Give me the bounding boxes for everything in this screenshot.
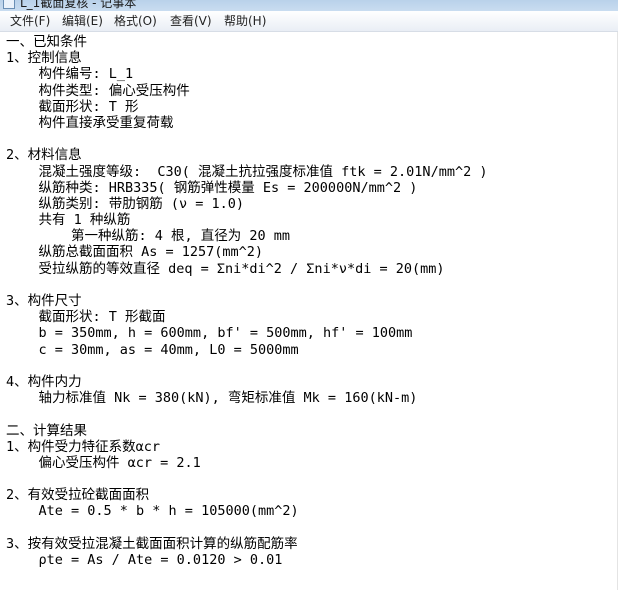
menu-format[interactable]: 格式(O) [114, 13, 157, 30]
menu-bar: 文件(F) 编辑(E) 格式(O) 查看(V) 帮助(H) [0, 11, 618, 32]
text-line: Ate = 0.5 * b * h = 105000(mm^2) [6, 503, 299, 520]
text-line [6, 406, 487, 422]
document-text: 一、已知条件 1、控制信息 构件编号: L_1 构件类型: 偏心受压构件 截面形状… [6, 34, 487, 568]
text-line: 构件编号: L_1 [6, 66, 134, 83]
text-line: 二、计算结果 [6, 422, 87, 439]
text-line: 一、已知条件 [6, 34, 87, 50]
text-line: c = 30mm, as = 40mm, L0 = 5000mm [6, 341, 299, 358]
text-line: 受拉纵筋的等效直径 deq = Σni*di^2 / Σni*ν*di = 20… [6, 260, 445, 277]
text-line: 1、构件受力特征系数αcr [6, 438, 161, 455]
text-line: 1、控制信息 [6, 50, 82, 67]
text-line [6, 471, 487, 487]
text-line: 纵筋种类: HRB335( 钢筋弹性模量 Es = 200000N/mm^2 ) [6, 179, 418, 196]
menu-view[interactable]: 查看(V) [170, 13, 212, 30]
text-line: 构件类型: 偏心受压构件 [6, 82, 190, 99]
menu-edit[interactable]: 编辑(E) [62, 13, 103, 30]
text-line [6, 277, 487, 293]
text-line: ρte = As / Ate = 0.0120 > 0.01 [6, 552, 283, 568]
title-bar: L_1截面复核 - 记事本 [0, 0, 618, 11]
text-line: b = 350mm, h = 600mm, bf' = 500mm, hf' =… [6, 325, 413, 342]
menu-help[interactable]: 帮助(H) [224, 13, 266, 30]
text-line: 2、有效受拉砼截面面积 [6, 487, 150, 504]
text-line: 3、构件尺寸 [6, 293, 82, 309]
text-line: 截面形状: T 形 [6, 98, 139, 115]
text-editor-area[interactable]: 一、已知条件 1、控制信息 构件编号: L_1 构件类型: 偏心受压构件 截面形状… [0, 32, 618, 590]
text-line: 截面形状: T 形截面 [6, 309, 166, 326]
text-line: 4、构件内力 [6, 373, 82, 390]
text-line: 2、材料信息 [6, 147, 82, 164]
text-line: 3、按有效受拉混凝土截面面积计算的纵筋配筋率 [6, 535, 298, 552]
menu-file[interactable]: 文件(F) [10, 13, 50, 30]
text-line: 偏心受压构件 αcr = 2.1 [6, 454, 201, 471]
text-line: 混凝土强度等级: C30( 混凝土抗拉强度标准值 ftk = 2.01N/mm^… [6, 163, 488, 180]
notepad-icon [3, 0, 15, 9]
text-line: 纵筋总截面面积 As = 1257(mm^2) [6, 244, 264, 261]
text-line [6, 358, 487, 374]
text-line [6, 520, 487, 536]
text-line: 轴力标准值 Nk = 380(kN), 弯矩标准值 Mk = 160(kN-m) [6, 390, 418, 407]
text-line [6, 131, 487, 147]
text-line: 共有 1 种纵筋 [6, 212, 131, 229]
window-title: L_1截面复核 - 记事本 [20, 0, 137, 10]
text-line: 构件直接承受重复荷载 [6, 114, 174, 131]
text-line: 第一种纵筋: 4 根, 直径为 20 mm [6, 228, 291, 245]
text-line: 纵筋类别: 带肋钢筋 (ν = 1.0) [6, 195, 245, 212]
